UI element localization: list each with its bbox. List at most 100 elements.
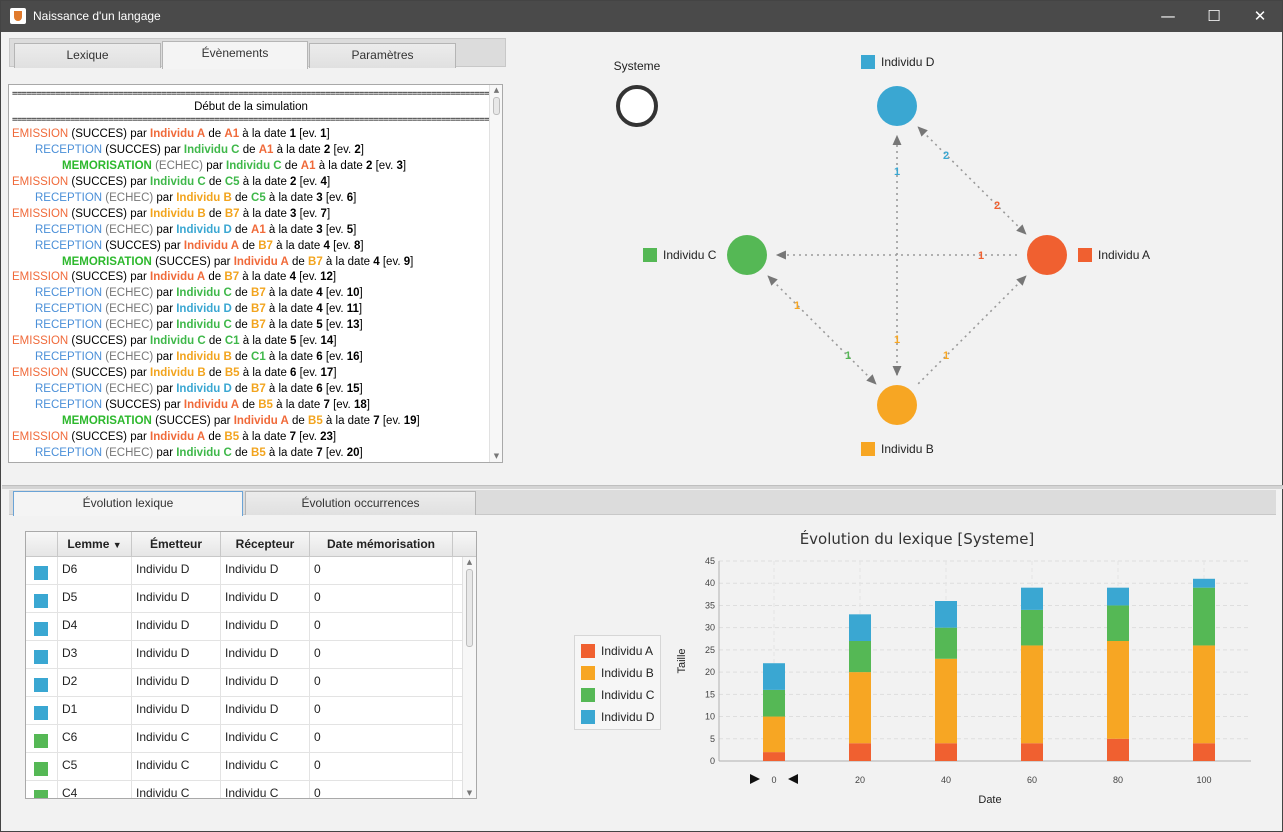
tab-parametres[interactable]: Paramètres: [309, 43, 456, 68]
log-row: EMISSION (SUCCES) par Individu B de B5 à…: [12, 365, 490, 381]
bar-segment[interactable]: [1107, 738, 1129, 761]
table-row[interactable]: D3 Individu D Individu D0: [26, 641, 463, 669]
graph-node[interactable]: [877, 86, 917, 126]
table-row[interactable]: D1 Individu D Individu D0: [26, 697, 463, 725]
log-word: ]: [353, 223, 357, 236]
color-swatch: [34, 622, 48, 636]
bar-segment[interactable]: [763, 752, 785, 761]
scroll-down-icon[interactable]: ▼: [465, 789, 474, 798]
lemme-cell: D1: [58, 697, 132, 725]
bar-segment[interactable]: [1021, 609, 1043, 646]
column-header-color[interactable]: [26, 532, 58, 557]
scroll-up-icon[interactable]: ▲: [465, 558, 474, 567]
scroll-thumb[interactable]: [493, 97, 500, 115]
table-row[interactable]: C5 Individu C Individu C0: [26, 753, 463, 781]
log-word: de: [288, 414, 309, 427]
minimize-button[interactable]: —: [1145, 1, 1191, 32]
column-header-recepteur[interactable]: Récepteur: [221, 532, 310, 557]
table-row[interactable]: C4 Individu C Individu C0: [26, 781, 463, 798]
log-word: par: [156, 287, 177, 300]
bar-segment[interactable]: [1021, 587, 1043, 610]
bar-segment[interactable]: [935, 601, 957, 628]
graph-node[interactable]: [1027, 235, 1067, 275]
log-scrollbar[interactable]: ▲ ▼: [489, 85, 502, 462]
graph-edge-label: 1: [894, 334, 900, 346]
bar-segment[interactable]: [849, 641, 871, 673]
column-header-emetteur[interactable]: Émetteur: [132, 532, 221, 557]
bar-segment[interactable]: [763, 716, 785, 753]
log-kind: RECEPTION: [35, 287, 103, 300]
log-kind: EMISSION: [12, 175, 69, 188]
lemme-cell: C6: [58, 725, 132, 753]
tab-evolution-occurrences[interactable]: Évolution occurrences: [245, 491, 476, 515]
log-individual: Individu C: [226, 159, 282, 172]
log-individual: Individu D: [176, 383, 232, 395]
tab-evenements[interactable]: Évènements: [162, 41, 308, 69]
log-word: ]: [359, 287, 363, 300]
log-row: RECEPTION (SUCCES) par Individu C de A1 …: [12, 142, 490, 158]
scroll-down-icon[interactable]: ▼: [492, 452, 501, 461]
scroll-thumb[interactable]: [466, 569, 473, 647]
table-row[interactable]: C6 Individu C Individu C0: [26, 725, 463, 753]
graph-node[interactable]: [727, 235, 767, 275]
log-word: de: [281, 159, 301, 172]
bar-segment[interactable]: [935, 743, 957, 761]
graph-edge: [917, 275, 1027, 385]
play-right-icon[interactable]: [750, 774, 760, 784]
log-lemma: C1: [251, 351, 266, 364]
table-scrollbar[interactable]: ▲ ▼: [462, 557, 476, 798]
graph-edge-label: 1: [894, 166, 900, 178]
bar-segment[interactable]: [1021, 645, 1043, 744]
split-divider[interactable]: [2, 485, 1283, 489]
bar-segment[interactable]: [849, 614, 871, 641]
bar-segment[interactable]: [1193, 587, 1215, 646]
bar-segment[interactable]: [1107, 587, 1129, 606]
scroll-up-icon[interactable]: ▲: [492, 86, 501, 95]
log-individual: Individu B: [176, 351, 232, 364]
bar-segment[interactable]: [1107, 605, 1129, 641]
bar-segment[interactable]: [935, 627, 957, 659]
log-kind: EMISSION: [12, 335, 69, 348]
table-row[interactable]: D2 Individu D Individu D0: [26, 669, 463, 697]
y-tick-label: 30: [705, 623, 715, 633]
bar-segment[interactable]: [1193, 743, 1215, 761]
bar-segment[interactable]: [1107, 641, 1129, 739]
graph-node-label: Individu A: [1098, 248, 1150, 262]
close-button[interactable]: ✕: [1237, 1, 1283, 32]
column-header-date[interactable]: Date mémorisation: [310, 532, 453, 557]
systeme-node[interactable]: [616, 85, 658, 127]
log-word: à la date: [273, 143, 324, 156]
bar-segment[interactable]: [1193, 578, 1215, 588]
maximize-button[interactable]: ☐: [1191, 1, 1237, 32]
graph-node[interactable]: [877, 385, 917, 425]
tab-evolution-lexique[interactable]: Évolution lexique: [13, 491, 243, 516]
lemme-cell: D5: [58, 585, 132, 613]
table-row[interactable]: D6 Individu D Individu D0: [26, 557, 463, 585]
log-word: de: [231, 446, 252, 459]
y-tick-label: 25: [705, 645, 715, 655]
play-left-icon[interactable]: [788, 774, 798, 784]
bar-segment[interactable]: [935, 658, 957, 744]
log-status: (SUCCES): [102, 143, 165, 156]
bar-segment[interactable]: [849, 743, 871, 761]
bar-segment[interactable]: [1193, 645, 1215, 744]
bar-segment[interactable]: [849, 672, 871, 744]
log-word: par: [164, 239, 184, 252]
table-row[interactable]: D4 Individu D Individu D0: [26, 613, 463, 641]
bar-segment[interactable]: [763, 689, 785, 717]
sort-down-icon: ▼: [112, 540, 122, 550]
log-event-id: 19: [403, 414, 417, 427]
top-tab-bar: Lexique Évènements Paramètres: [9, 38, 506, 69]
lexicon-table[interactable]: Lemme ▼ Émetteur Récepteur Date mémorisa…: [25, 531, 477, 799]
emetteur-cell: Individu C: [132, 725, 221, 753]
tab-lexique[interactable]: Lexique: [14, 43, 161, 68]
event-log[interactable]: ========================================…: [8, 84, 503, 463]
bar-segment[interactable]: [1021, 743, 1043, 761]
log-kind: MEMORISATION: [62, 255, 152, 268]
log-status: (ECHEC): [102, 319, 157, 332]
column-header-lemme[interactable]: Lemme ▼: [58, 532, 132, 557]
log-row: RECEPTION (ECHEC) par Individu C de B5 à…: [12, 445, 490, 461]
graph-node-label: Individu D: [881, 55, 935, 69]
bar-segment[interactable]: [763, 663, 785, 690]
table-row[interactable]: D5 Individu D Individu D0: [26, 585, 463, 613]
